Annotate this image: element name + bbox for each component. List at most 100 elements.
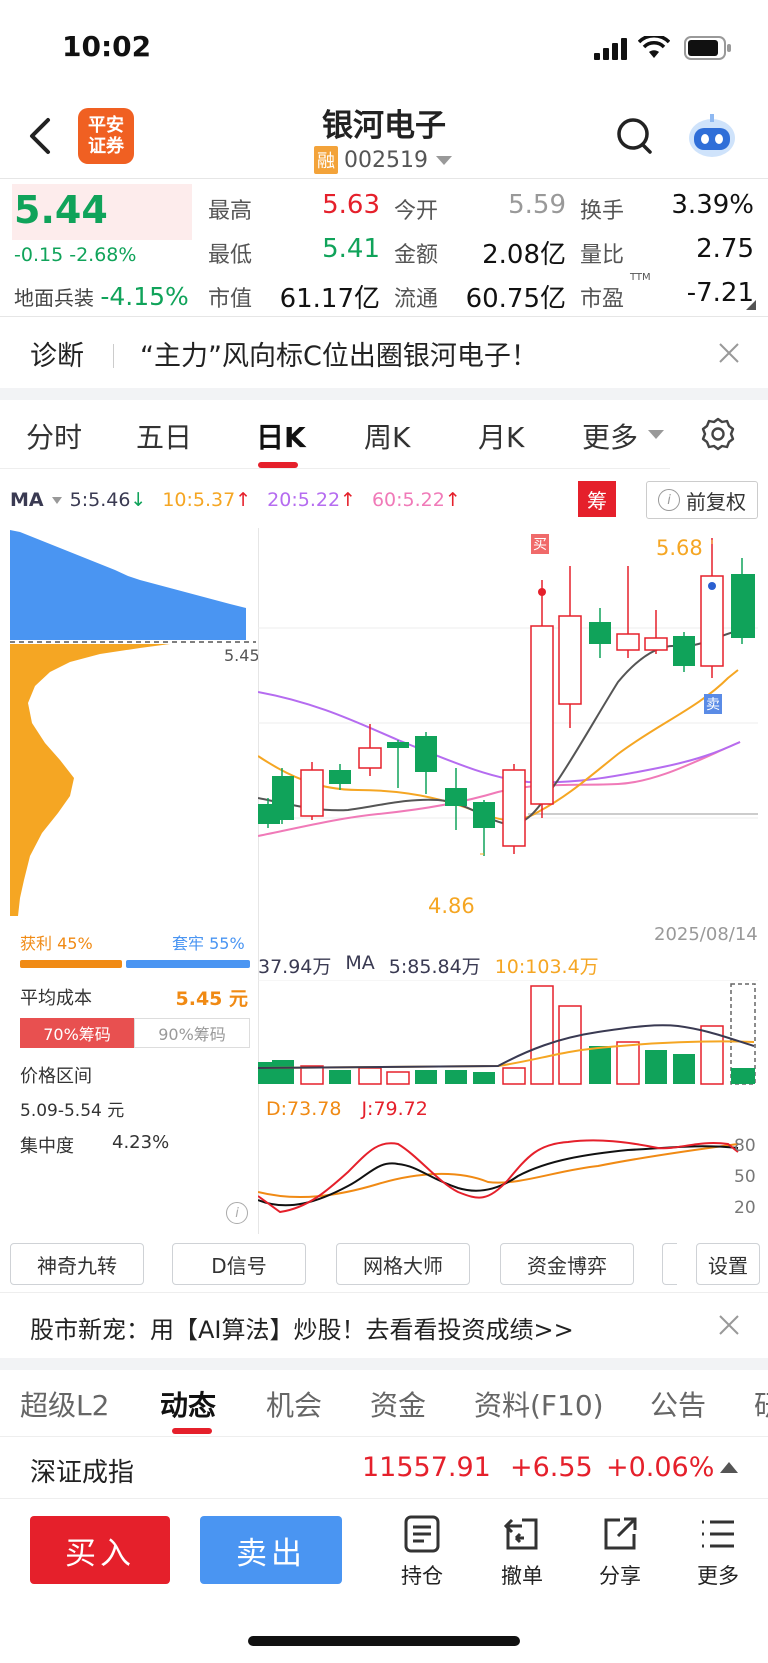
index-name[interactable]: 深证成指 <box>30 1452 134 1489</box>
candles <box>258 538 755 856</box>
chip-toggle-button[interactable]: 筹 <box>578 481 616 517</box>
candle <box>272 776 294 820</box>
candle <box>644 637 668 651</box>
adjust-button[interactable]: i 前复权 <box>646 481 758 519</box>
ma-label: MA <box>10 489 44 511</box>
tab-monthly-k[interactable]: 月K <box>478 416 524 456</box>
home-indicator <box>248 1636 520 1646</box>
tab-weekly-k[interactable]: 周K <box>364 416 410 456</box>
kdj-chart <box>258 1139 739 1214</box>
chip-tab-70[interactable]: 70%筹码 <box>20 1018 134 1048</box>
ma5-value: 5:5.46↓ <box>69 489 147 511</box>
kdj-level-20: 20 <box>734 1198 756 1218</box>
ma5-line <box>258 631 735 826</box>
kdj-legend: D:73.78 J:79.72 <box>266 1098 428 1120</box>
locked-bar <box>126 960 250 968</box>
close-icon[interactable] <box>718 342 740 364</box>
more-action[interactable]: 更多 <box>692 1514 744 1590</box>
tab-announcement[interactable]: 公告 <box>650 1384 706 1424</box>
avg-cost-value: 5.45 元 <box>175 988 249 1010</box>
chip-current-price: 5.45 <box>224 646 260 665</box>
partial-tool-button[interactable] <box>662 1243 677 1285</box>
high-price-marker: 5.68 <box>656 536 703 560</box>
sector-pct: -4.15% <box>100 282 189 311</box>
sector-name: 地面兵装 <box>14 286 94 310</box>
info-icon: i <box>658 489 680 511</box>
tab-f10[interactable]: 资料(F10) <box>474 1384 604 1424</box>
sell-button[interactable]: 卖出 <box>200 1516 342 1584</box>
magic-nine-button[interactable]: 神奇九转 <box>10 1243 144 1285</box>
promo-text[interactable]: 股市新宠：用【AI算法】炒股！去看看投资成绩>> <box>30 1310 574 1345</box>
pe-value: -7.21 <box>686 278 754 308</box>
expand-corner-icon[interactable] <box>746 300 756 310</box>
ma-legend[interactable]: MA 5:5.46↓ 10:5.37↑ 20:5.22↑ 60:5.22↑ <box>10 489 461 511</box>
change-pct: -2.68% <box>69 244 137 266</box>
share-icon <box>604 1517 637 1550</box>
ma10-line <box>258 669 739 822</box>
range-label: 价格区间 <box>20 1066 92 1087</box>
amount-value: 2.08亿 <box>482 240 566 270</box>
kline-chart[interactable] <box>258 528 758 948</box>
avg-cost-label: 平均成本 <box>20 988 92 1009</box>
kdj-level-50: 50 <box>734 1167 756 1187</box>
ma20-value: 20:5.22↑ <box>267 489 356 511</box>
search-icon[interactable] <box>616 116 654 156</box>
cancel-order-action[interactable]: 撤单 <box>496 1514 548 1590</box>
robot-assistant-icon[interactable] <box>686 112 738 160</box>
fund-game-button[interactable]: 资金博弈 <box>500 1243 634 1285</box>
tool-settings-button[interactable]: 设置 <box>696 1243 760 1285</box>
volume-ma5: 5:85.84万 <box>388 956 481 978</box>
volume-value: 37.94万 <box>258 956 332 978</box>
concentration-label: 集中度 <box>20 1136 74 1157</box>
stock-code-row[interactable]: 融 002519 <box>314 146 452 174</box>
tab-intraday[interactable]: 分时 <box>26 416 82 456</box>
tab-five-day[interactable]: 五日 <box>136 416 192 456</box>
signal-icon <box>594 38 627 60</box>
settings-gear-icon[interactable] <box>700 416 736 452</box>
candle <box>358 747 382 769</box>
mktcap-label: 市值 <box>208 287 253 312</box>
share-label: 分享 <box>599 1564 641 1588</box>
high-label: 最高 <box>208 199 253 224</box>
chart-tab-bar: 分时 五日 日K 周K 月K 更多 <box>0 400 768 470</box>
open-value: 5.59 <box>508 190 566 220</box>
volume-bars <box>258 983 756 1085</box>
tab-super-l2[interactable]: 超级L2 <box>20 1384 109 1424</box>
sector-row[interactable]: 地面兵装 -4.15% <box>14 282 189 311</box>
chip-info-icon[interactable]: i <box>226 1202 248 1224</box>
holdings-action[interactable]: 持仓 <box>396 1514 448 1590</box>
ma10-value: 10:5.37↑ <box>162 489 252 511</box>
volume-ma10: 10:103.4万 <box>494 956 599 978</box>
range-value: 5.09-5.54 元 <box>20 1101 125 1121</box>
diagnosis-label: 诊断 <box>30 341 84 372</box>
turnover-label: 换手 <box>580 199 625 224</box>
cancel-order-label: 撤单 <box>501 1564 543 1588</box>
chip-blue-area <box>10 530 246 640</box>
tab-capital[interactable]: 资金 <box>370 1384 426 1424</box>
kdj-level-80: 80 <box>734 1136 756 1156</box>
chip-distribution-chart <box>10 530 256 916</box>
signal-dot-blue <box>708 582 716 590</box>
promo-close-icon[interactable] <box>718 1314 740 1336</box>
diagnosis-text[interactable]: “主力”风向标C位出圈银河电子！ <box>140 334 538 373</box>
share-action[interactable]: 分享 <box>594 1514 646 1590</box>
tab-daily-k[interactable]: 日K <box>256 416 306 456</box>
tab-opportunity[interactable]: 机会 <box>266 1384 322 1424</box>
mktcap-value: 61.17亿 <box>279 284 380 314</box>
tab-research-partial[interactable]: 研 <box>754 1384 768 1424</box>
info-tab-indicator <box>172 1428 212 1434</box>
expand-up-icon[interactable] <box>720 1462 738 1473</box>
d-signal-button[interactable]: D信号 <box>172 1243 306 1285</box>
float-value: 60.75亿 <box>465 284 566 314</box>
grid-master-button[interactable]: 网格大师 <box>336 1243 470 1285</box>
kdj-j-line <box>258 1139 739 1214</box>
chip-tab-90[interactable]: 90%筹码 <box>134 1018 250 1048</box>
candle <box>673 636 695 666</box>
buy-button[interactable]: 买入 <box>30 1516 170 1584</box>
low-price-marker: 4.86 <box>428 894 475 918</box>
tab-news[interactable]: 动态 <box>160 1384 216 1424</box>
volume-ma-label: MA <box>345 952 375 974</box>
candle <box>558 615 582 705</box>
tab-more[interactable]: 更多 <box>582 416 638 456</box>
pe-label: 市盈 <box>580 287 625 312</box>
